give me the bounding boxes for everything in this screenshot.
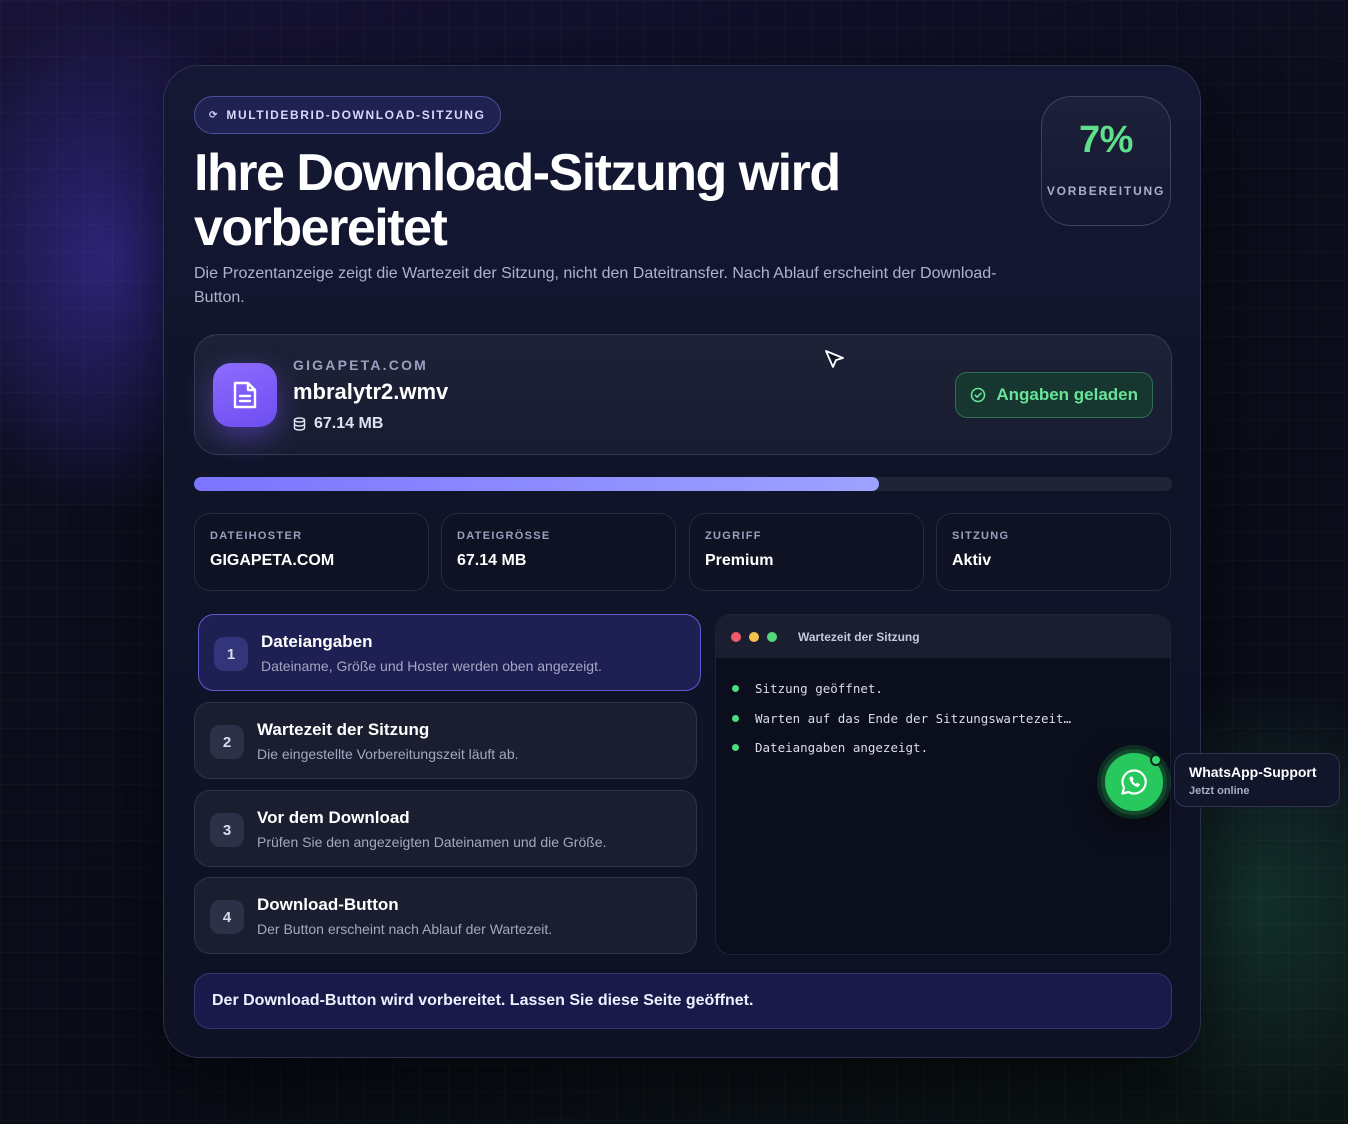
step-title: Wartezeit der Sitzung [257,720,430,739]
log-status-dot [732,714,739,722]
terminal-title: Wartezeit der Sitzung [798,629,920,644]
log-text: Warten auf das Ende der Sitzungswartezei… [755,710,1072,726]
check-circle-icon [971,387,986,403]
page-title: Ihre Download-Sitzung wird vorbereitet [194,144,841,257]
progress-label: VORBEREITUNG [1046,184,1166,198]
step-number: 4 [210,900,244,934]
window-dot-green [767,631,777,642]
step-file-details: 1 Dateiangaben Dateiname, Größe und Host… [198,614,701,691]
cursor-icon [825,350,844,368]
log-text: Sitzung geöffnet. [755,681,883,697]
status-badge: Angaben geladen [955,372,1153,418]
whatsapp-status: Jetzt online [1189,785,1250,797]
whatsapp-support-card[interactable]: WhatsApp-Support Jetzt online [1174,753,1340,807]
file-size: 67.14 MB [293,415,383,433]
stat-label: ZUGRIFF [705,530,762,542]
step-download-button: 4 Download-Button Der Button erscheint n… [194,877,697,954]
whatsapp-button[interactable] [1101,749,1167,815]
footer-notice: Der Download-Button wird vorbereitet. La… [194,973,1172,1029]
refresh-icon: ⟳ [209,109,218,121]
stat-label: SITZUNG [952,530,1010,542]
stat-value: GIGAPETA.COM [210,552,335,569]
download-session-card: ⟳ MULTIDEBRID-DOWNLOAD-SITZUNG Ihre Down… [163,65,1201,1058]
database-icon [293,417,306,431]
stat-label: DATEIGRÖSSE [457,530,551,542]
progress-bar [194,477,1172,491]
step-description: Der Button erscheint nach Ablauf der War… [257,921,553,937]
stat-value: Premium [705,552,774,569]
stat-value: Aktiv [952,552,992,569]
step-number: 3 [210,813,244,847]
progress-bar-fill [194,477,879,491]
file-name: mbralytr2.wmv [293,379,449,404]
step-title: Dateiangaben [261,632,373,651]
step-description: Prüfen Sie den angezeigten Dateinamen un… [257,834,607,850]
log-status-dot [732,685,739,693]
stat-session: SITZUNG Aktiv [936,513,1171,591]
log-status-dot [732,744,739,752]
step-session-wait: 2 Wartezeit der Sitzung Die eingestellte… [194,702,697,779]
step-number: 2 [210,725,244,759]
file-size-value: 67.14 MB [314,415,384,432]
log-text: Dateiangaben angezeigt. [755,740,929,756]
step-title: Vor dem Download [257,808,410,827]
document-icon [213,363,277,427]
step-description: Die eingestellte Vorbereitungszeit läuft… [257,746,519,762]
log-line: Sitzung geöffnet. [732,674,1154,704]
online-indicator [1150,754,1162,766]
progress-percent-box: 7% VORBEREITUNG [1041,96,1171,226]
log-line: Dateiangaben angezeigt. [732,733,1154,763]
file-info-card: GIGAPETA.COM mbralytr2.wmv 67.14 MB Anga… [194,334,1172,455]
stat-file-size: DATEIGRÖSSE 67.14 MB [441,513,676,591]
whatsapp-icon [1121,769,1147,795]
window-dot-yellow [749,631,759,642]
stat-access: ZUGRIFF Premium [689,513,924,591]
file-host: GIGAPETA.COM [293,357,429,373]
page-subtitle: Die Prozentanzeige zeigt die Wartezeit d… [194,265,997,306]
terminal-header: Wartezeit der Sitzung [716,615,1170,658]
terminal-body: Sitzung geöffnet. Warten auf das Ende de… [716,658,1170,779]
session-badge: ⟳ MULTIDEBRID-DOWNLOAD-SITZUNG [194,96,501,134]
stat-value: 67.14 MB [457,552,527,569]
stat-file-host: DATEIHOSTER GIGAPETA.COM [194,513,429,591]
badge-label: MULTIDEBRID-DOWNLOAD-SITZUNG [226,108,486,122]
step-description: Dateiname, Größe und Hoster werden oben … [261,658,602,674]
progress-percent: 7% [1079,119,1133,161]
stat-label: DATEIHOSTER [210,530,303,542]
window-dot-red [731,631,741,642]
step-before-download: 3 Vor dem Download Prüfen Sie den angeze… [194,790,697,867]
log-line: Warten auf das Ende der Sitzungswartezei… [732,704,1154,734]
whatsapp-title: WhatsApp-Support [1189,764,1317,780]
step-number: 1 [214,637,248,671]
status-label: Angaben geladen [996,385,1138,404]
step-title: Download-Button [257,895,399,914]
